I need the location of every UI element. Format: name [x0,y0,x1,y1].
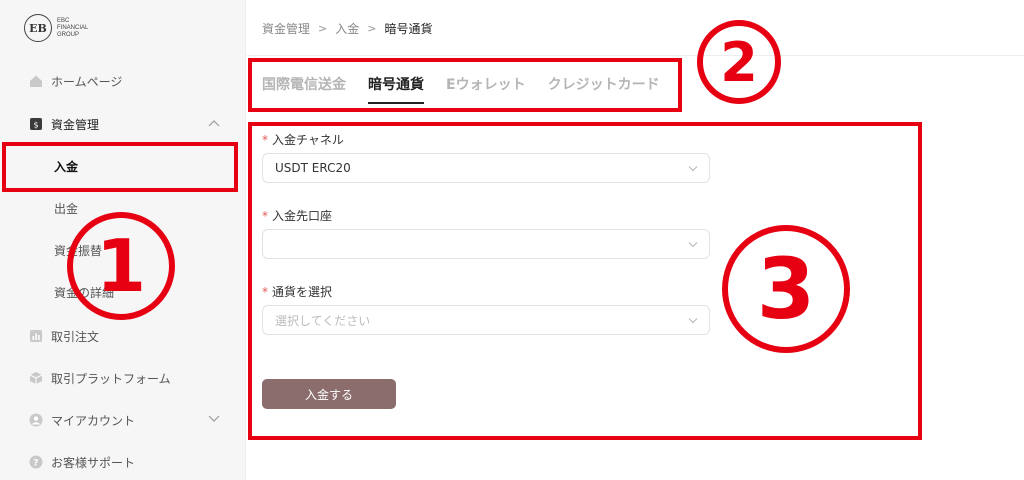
user-icon [28,413,43,428]
chart-icon [28,329,43,344]
brand-logo[interactable]: EB EBC FINANCIAL GROUP [24,14,88,42]
wallet-icon: $ [28,117,43,132]
annotation-number-3: 3 [722,225,850,353]
header-divider [247,55,1024,56]
chevron-right-icon: > [367,21,377,35]
sidebar-item-funds[interactable]: $ 資金管理 [0,106,246,142]
sidebar-item-label: 資金管理 [51,117,100,132]
sidebar-item-home[interactable]: ホームページ [0,63,246,99]
sidebar-item-label: お客様サポート [51,455,136,470]
sidebar-item-platform[interactable]: 取引プラットフォーム [0,360,246,396]
logo-line-3: GROUP [57,31,80,38]
breadcrumb-item[interactable]: 資金管理 [262,20,310,37]
chevron-right-icon: > [318,21,328,35]
sidebar-item-account[interactable]: マイアカウント [0,402,246,438]
sidebar-item-label: 取引注文 [51,329,100,344]
sidebar-item-label: マイアカウント [51,413,136,428]
home-icon [28,74,43,89]
annotation-box-2 [248,58,682,112]
chevron-up-icon [208,119,220,130]
box-icon [28,371,43,386]
app-window: EB EBC FINANCIAL GROUP ホームページ $ 資金管理 入金 [0,0,1024,480]
chevron-down-icon [208,415,220,426]
logo-text: EBC FINANCIAL GROUP [57,18,88,39]
logo-line-2: FINANCIAL [57,24,89,31]
breadcrumb-current: 暗号通貨 [384,21,433,36]
sidebar-item-label: ホームページ [51,74,123,89]
logo-line-1: EBC [57,17,70,24]
annotation-box-1 [2,142,238,192]
svg-text:?: ? [33,459,38,469]
breadcrumb-item[interactable]: 入金 [335,20,359,37]
annotation-number-1: 1 [67,212,175,320]
breadcrumb: 資金管理 > 入金 > 暗号通貨 [262,18,432,38]
sidebar-item-support[interactable]: ? お客様サポート [0,444,246,480]
logo-mark: EB [24,14,52,42]
annotation-number-2: 2 [697,20,781,104]
svg-text:$: $ [33,121,38,130]
sidebar-item-orders[interactable]: 取引注文 [0,318,246,354]
help-icon: ? [28,455,43,470]
sidebar-subitem-label: 出金 [54,201,79,216]
sidebar-item-label: 取引プラットフォーム [51,371,171,386]
